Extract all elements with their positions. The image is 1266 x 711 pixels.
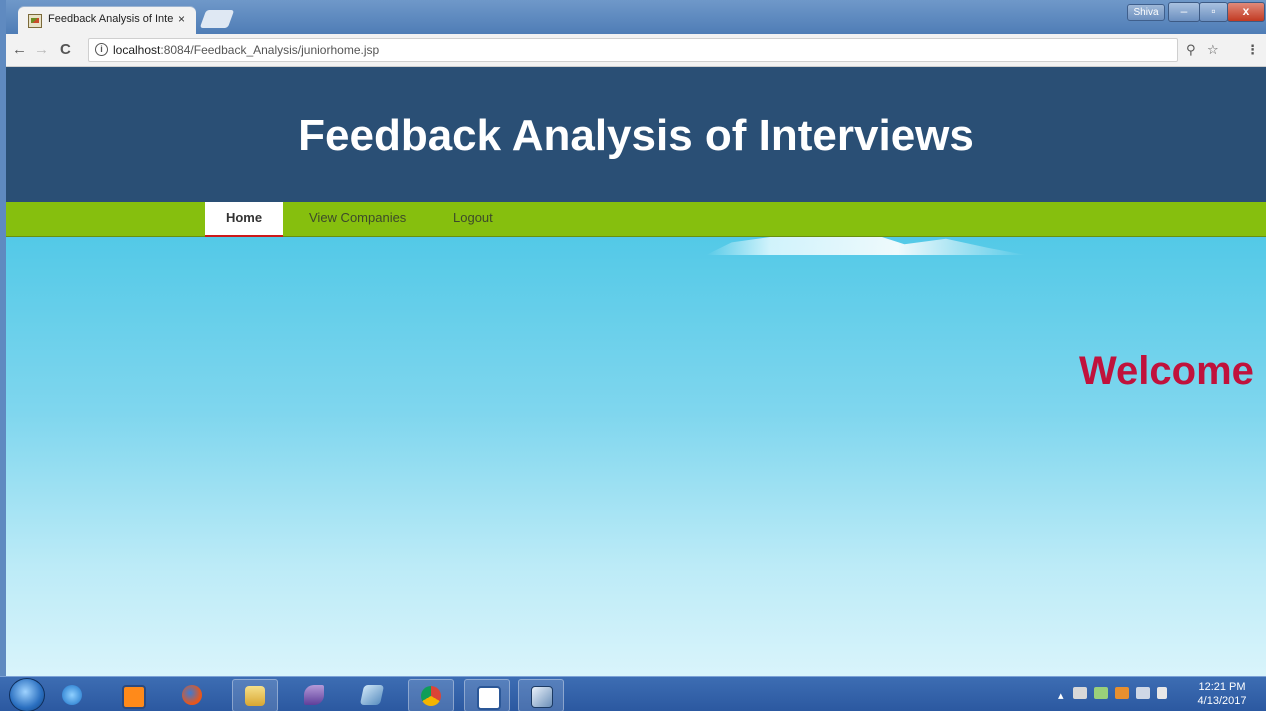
taskbar: ▴ 12:21 PM 4/13/2017 [0,676,1266,711]
welcome-heading: Welcome [1079,349,1254,393]
new-tab-button[interactable] [199,10,235,28]
nav-logout[interactable]: Logout [453,202,493,236]
clock-date: 4/13/2017 [1197,695,1247,707]
menu-dots-icon[interactable]: ⋮ [1246,42,1259,58]
app-tray-icon[interactable] [1115,687,1130,699]
page-title: Feedback Analysis of Interviews [298,111,974,160]
clock-time: 12:21 PM [1198,681,1246,693]
start-button[interactable] [9,678,45,711]
maximize-button[interactable]: ▫ [1199,2,1228,22]
key-icon[interactable]: ⚲ [1186,42,1196,58]
show-hidden-icons-icon[interactable]: ▴ [1058,689,1066,702]
volume-icon[interactable] [1157,687,1168,699]
profile-button[interactable]: Shiva [1127,4,1165,21]
virtualbox-icon[interactable] [518,679,564,711]
nav-home[interactable]: Home [205,202,283,239]
nav-view-companies[interactable]: View Companies [309,202,406,236]
reload-icon[interactable]: C [60,41,71,58]
display-icon[interactable] [1136,687,1151,699]
dolphin-app-icon[interactable] [292,679,336,710]
action-center-flag-icon[interactable] [1073,687,1088,699]
network-icon[interactable] [1094,687,1109,699]
cloud-decoration [706,237,1026,255]
system-tray: ▴ [1058,687,1171,702]
forward-arrow-icon[interactable]: → [34,41,49,58]
internet-explorer-icon[interactable] [50,679,94,710]
notepad-icon[interactable] [350,679,394,710]
taskbar-clock[interactable]: 12:21 PM 4/13/2017 [1192,680,1252,708]
window-titlebar: Feedback Analysis of Inte × Shiva – ▫ x [0,0,1266,34]
media-player-icon[interactable] [110,679,154,710]
browser-tab[interactable]: Feedback Analysis of Inte × [18,7,196,34]
firefox-icon[interactable] [170,679,214,710]
close-window-button[interactable]: x [1227,2,1265,22]
bookmark-star-icon[interactable]: ☆ [1207,42,1219,58]
tab-title: Feedback Analysis of Inte [48,13,173,25]
site-header: Feedback Analysis of Interviews [6,67,1266,202]
word-icon[interactable] [464,679,510,711]
content-area: Welcome [6,237,1266,676]
back-arrow-icon[interactable]: ← [12,41,27,58]
url-text[interactable]: localhost:8084/Feedback_Analysis/juniorh… [113,43,379,57]
minimize-button[interactable]: – [1168,2,1200,22]
info-icon[interactable]: i [95,43,108,56]
web-page: Feedback Analysis of Interviews Home Vie… [6,67,1266,676]
site-favicon-icon [28,14,42,28]
chrome-icon[interactable] [408,679,454,711]
file-explorer-icon[interactable] [232,679,278,711]
main-nav: Home View Companies Logout [6,202,1266,239]
address-bar[interactable]: i localhost:8084/Feedback_Analysis/junio… [88,38,1178,62]
tab-close-icon[interactable]: × [178,12,185,26]
browser-toolbar: ← → C i localhost:8084/Feedback_Analysis… [6,34,1266,67]
